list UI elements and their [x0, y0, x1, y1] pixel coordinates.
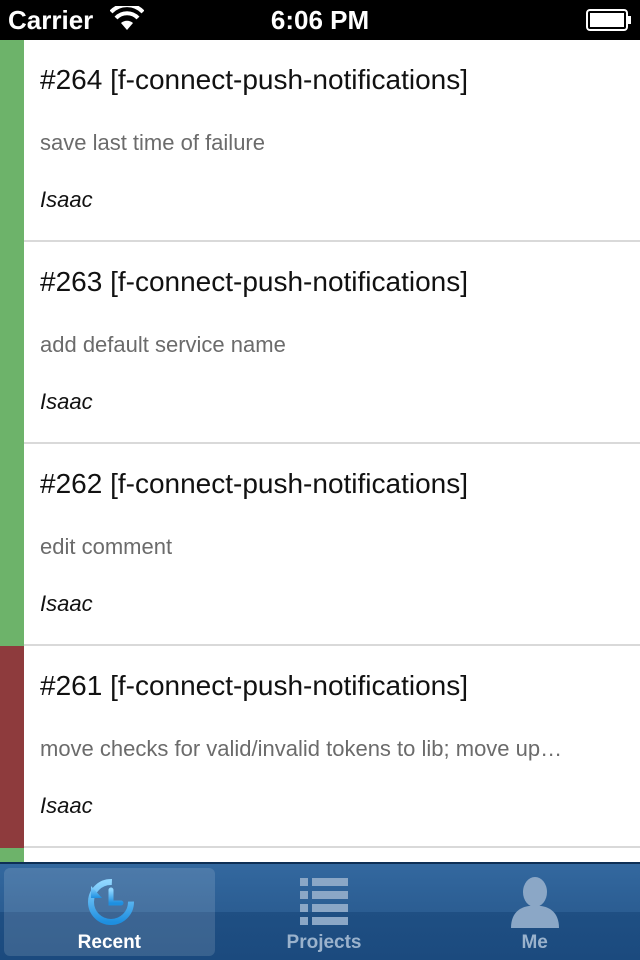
battery-icon — [586, 9, 631, 31]
build-row[interactable]: #264 [f-connect-push-notifications] save… — [0, 40, 640, 242]
build-list[interactable]: #264 [f-connect-push-notifications] save… — [0, 40, 640, 862]
build-message: save last time of failure — [40, 130, 265, 155]
status-time: 6:06 PM — [270, 5, 370, 35]
build-author: Isaac — [40, 591, 93, 616]
tab-label: Me — [521, 932, 548, 953]
list-icon — [300, 878, 348, 925]
build-title: #262 [f-connect-push-notifications] — [40, 468, 469, 499]
tab-projects[interactable]: Projects — [219, 864, 430, 960]
build-row[interactable]: #263 [f-connect-push-notifications] add … — [0, 242, 640, 444]
tab-bar: Recent Projects Me — [0, 862, 640, 960]
build-status-indicator — [0, 848, 24, 862]
build-status-indicator — [0, 444, 24, 646]
build-status-indicator — [0, 646, 24, 848]
build-row-partial[interactable] — [0, 848, 640, 862]
status-bar: Carrier 6:06 PM — [0, 0, 640, 40]
build-message: add default service name — [40, 332, 286, 357]
recent-clock-icon — [88, 879, 135, 925]
build-row[interactable]: #261 [f-connect-push-notifications] move… — [0, 646, 640, 848]
tab-label: Projects — [286, 932, 362, 953]
build-row[interactable]: #262 [f-connect-push-notifications] edit… — [0, 444, 640, 646]
build-author: Isaac — [40, 187, 93, 212]
tab-me[interactable]: Me — [429, 864, 640, 960]
tab-label: Recent — [77, 932, 142, 953]
build-title: #263 [f-connect-push-notifications] — [40, 266, 469, 297]
build-message: edit comment — [40, 534, 173, 559]
build-title: #261 [f-connect-push-notifications] — [40, 670, 469, 701]
build-author: Isaac — [40, 793, 93, 818]
build-title: #264 [f-connect-push-notifications] — [40, 64, 469, 95]
build-message: move checks for valid/invalid tokens to … — [40, 736, 563, 761]
person-icon — [510, 877, 559, 928]
build-author: Isaac — [40, 389, 93, 414]
build-status-indicator — [0, 242, 24, 444]
build-status-indicator — [0, 40, 24, 242]
tab-recent[interactable]: Recent — [4, 868, 215, 956]
